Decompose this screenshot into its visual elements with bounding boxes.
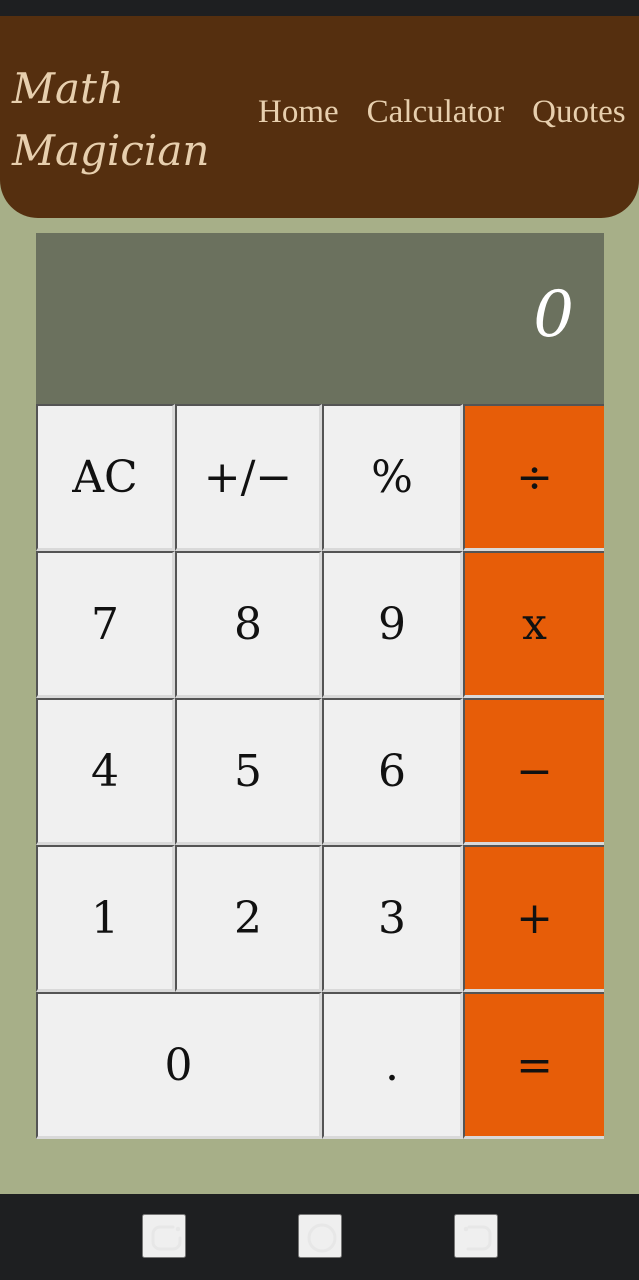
add-button[interactable]: + xyxy=(463,845,604,992)
number-7-button[interactable]: 7 xyxy=(36,551,175,698)
android-navigation-bar xyxy=(0,1194,639,1280)
status-bar xyxy=(0,0,639,16)
plus-minus-button[interactable]: +/− xyxy=(175,404,322,551)
app-header: Math Magician Home Calculator Quotes xyxy=(0,16,639,218)
recent-apps-icon[interactable] xyxy=(142,1214,186,1258)
brand-logo[interactable]: Math Magician xyxy=(12,58,209,182)
nav-link-calculator[interactable]: Calculator xyxy=(367,94,504,131)
number-6-button[interactable]: 6 xyxy=(322,698,463,845)
nav-link-quotes[interactable]: Quotes xyxy=(532,94,626,131)
number-8-button[interactable]: 8 xyxy=(175,551,322,698)
nav-link-home[interactable]: Home xyxy=(258,94,339,131)
decimal-button[interactable]: . xyxy=(322,992,463,1139)
brand-line-1: Math xyxy=(12,64,124,113)
equals-button[interactable]: = xyxy=(463,992,604,1139)
percent-button[interactable]: % xyxy=(322,404,463,551)
main-navigation: Home Calculator Quotes xyxy=(258,94,626,131)
divide-button[interactable]: ÷ xyxy=(463,404,604,551)
number-3-button[interactable]: 3 xyxy=(322,845,463,992)
number-1-button[interactable]: 1 xyxy=(36,845,175,992)
subtract-button[interactable]: − xyxy=(463,698,604,845)
number-5-button[interactable]: 5 xyxy=(175,698,322,845)
multiply-button[interactable]: x xyxy=(463,551,604,698)
home-circle-icon[interactable] xyxy=(298,1214,342,1258)
number-0-button[interactable]: 0 xyxy=(36,992,322,1139)
calculator-keypad: AC +/− % ÷ 7 8 9 x 4 5 6 − 1 2 3 + 0 . = xyxy=(36,404,604,1139)
number-2-button[interactable]: 2 xyxy=(175,845,322,992)
number-4-button[interactable]: 4 xyxy=(36,698,175,845)
brand-line-2: Magician xyxy=(12,126,210,175)
back-icon[interactable] xyxy=(454,1214,498,1258)
calculator-display: 0 xyxy=(36,233,604,404)
all-clear-button[interactable]: AC xyxy=(36,404,175,551)
number-9-button[interactable]: 9 xyxy=(322,551,463,698)
